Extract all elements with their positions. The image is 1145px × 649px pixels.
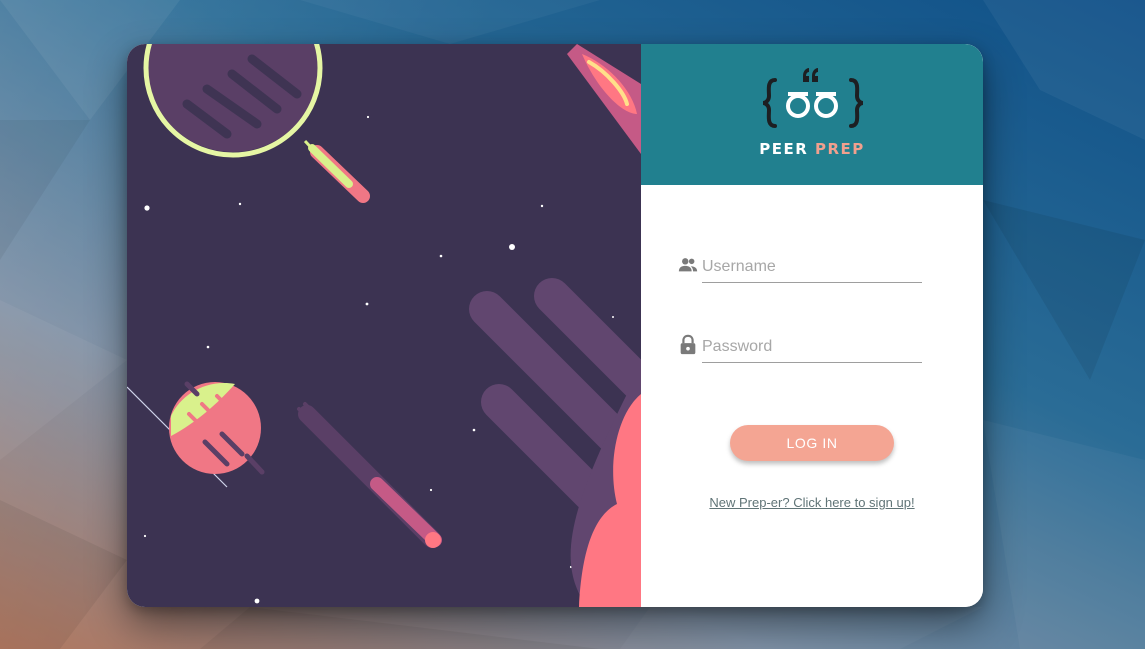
space-illustration	[127, 44, 641, 607]
people-icon	[677, 254, 699, 276]
password-input[interactable]	[702, 332, 922, 363]
password-field	[677, 326, 927, 366]
login-panel: PEER PREP Username LOG IN New Prep-er? C…	[641, 44, 983, 607]
username-input[interactable]	[702, 252, 922, 283]
top-rocket	[567, 44, 641, 154]
space-illustration-svg	[127, 44, 641, 607]
peer-prep-logo-icon	[762, 68, 864, 128]
large-planet	[147, 44, 319, 152]
lock-icon	[677, 334, 699, 356]
signup-link[interactable]: New Prep-er? Click here to sign up!	[641, 495, 983, 510]
brand-header: PEER PREP	[641, 44, 983, 185]
brand-name: PEER PREP	[641, 140, 983, 158]
brand-word-peer: PEER	[759, 140, 809, 158]
brand-word-prep: PREP	[814, 140, 865, 158]
username-field	[677, 246, 927, 286]
long-comet	[297, 402, 442, 548]
small-comet	[303, 139, 370, 203]
login-button[interactable]: LOG IN	[730, 425, 894, 461]
login-card: PEER PREP Username LOG IN New Prep-er? C…	[127, 44, 983, 607]
big-trail	[469, 278, 641, 607]
small-planet	[127, 381, 265, 488]
